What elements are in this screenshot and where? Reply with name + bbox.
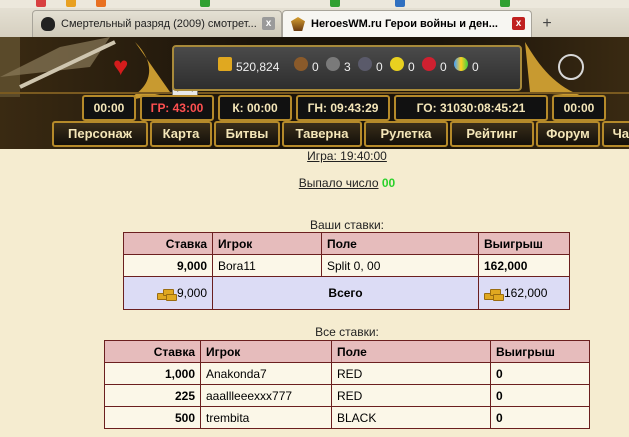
total-label: Всего [212, 276, 479, 310]
bookmark-icon[interactable] [200, 0, 210, 7]
player-cell: Bora11 [212, 254, 322, 277]
heart-icon: ♥ [113, 51, 129, 81]
column-header: Игрок [200, 340, 332, 363]
ore-amount: 3 [344, 60, 351, 74]
game-header: ♥ 520,824 0 3 0 0 0 0 00:00 ГР: 43:00 К:… [0, 37, 629, 149]
total-bet-cell: 9,000 [123, 276, 213, 310]
player-cell: trembita [200, 406, 332, 429]
bet-cell: 9,000 [123, 254, 213, 277]
gold-icon [218, 57, 232, 71]
sulfur-amount: 0 [408, 60, 415, 74]
bookmarks-bar [0, 0, 629, 8]
wood-amount: 0 [312, 60, 319, 74]
main-nav: Персонаж Карта Битвы Таверна Рулетка Рей… [52, 121, 629, 147]
bookmark-icon[interactable] [66, 0, 76, 7]
nav-rating[interactable]: Рейтинг [450, 121, 534, 147]
column-header: Поле [331, 340, 491, 363]
timer-2: 00:00 [552, 95, 606, 121]
column-header: Выигрыш [478, 232, 570, 255]
nav-map[interactable]: Карта [150, 121, 212, 147]
total-bet: 9,000 [176, 286, 207, 300]
bookmark-icon[interactable] [500, 0, 510, 7]
total-win: 162,000 [504, 286, 548, 300]
column-header: Ставка [123, 232, 213, 255]
all-bets-table: Ставка Игрок Поле Выигрыш 1,000 Anakonda… [104, 340, 590, 429]
player-cell: aaallleeexxx777 [200, 384, 332, 407]
game-time-link[interactable]: Игра: 19:40:00 [0, 149, 629, 163]
win-cell: 0 [490, 406, 590, 429]
roulette-results: Игра: 19:40:00 Выпало число 00 Ваши став… [0, 149, 629, 437]
bookmark-icon[interactable] [36, 0, 46, 7]
bet-cell: 1,000 [104, 362, 201, 385]
new-tab-button[interactable]: + [536, 14, 558, 34]
field-cell: Split 0, 00 [321, 254, 479, 277]
close-icon[interactable]: x [262, 17, 275, 30]
gems-icon [454, 57, 468, 71]
your-bets-caption: Ваши ставки: [309, 218, 385, 232]
nav-character[interactable]: Персонаж [52, 121, 148, 147]
tab-title: HeroesWM.ru Герои войны и ден... [311, 18, 498, 30]
close-icon[interactable]: x [512, 17, 525, 30]
field-cell: RED [331, 384, 491, 407]
nav-chat[interactable]: Чат [602, 121, 629, 147]
total-win-cell: 162,000 [478, 276, 570, 310]
browser-tab-strip: Смертельный разряд (2009) смотрет... x H… [0, 0, 629, 38]
bookmark-icon[interactable] [395, 0, 405, 7]
heroes-logo-icon [291, 17, 305, 31]
result-number: 00 [381, 176, 396, 190]
bookmark-icon[interactable] [330, 0, 340, 7]
timer-1: 00:00 [82, 95, 136, 121]
bet-cell: 225 [104, 384, 201, 407]
nav-tavern[interactable]: Таверна [282, 121, 362, 147]
table-row: 225 aaallleeexxx777 RED 0 [104, 384, 590, 407]
your-bets-table: Ставка Игрок Поле Выигрыш 9,000 Bora11 S… [123, 232, 570, 310]
table-row: 500 trembita BLACK 0 [104, 406, 590, 429]
column-header: Ставка [104, 340, 201, 363]
timer-k: К: 00:00 [218, 95, 292, 121]
result-line: Выпало число 00 [0, 176, 629, 190]
timer-gn: ГН: 09:43:29 [296, 95, 390, 121]
bet-cell: 500 [104, 406, 201, 429]
timers-bar: 00:00 ГР: 43:00 К: 00:00 ГН: 09:43:29 ГО… [82, 95, 629, 121]
gold-icon [156, 288, 177, 301]
field-cell: RED [331, 362, 491, 385]
table-row: 9,000 Bora11 Split 0, 00 162,000 [123, 254, 570, 277]
total-row: 9,000 Всего 162,000 [123, 276, 570, 310]
crystals-amount: 0 [440, 60, 447, 74]
nav-battles[interactable]: Битвы [214, 121, 280, 147]
sulfur-icon [390, 57, 404, 71]
resources-panel: 520,824 0 3 0 0 0 0 [172, 45, 522, 91]
tab-movie[interactable]: Смертельный разряд (2009) смотрет... x [32, 10, 282, 37]
column-header: Выигрыш [490, 340, 590, 363]
gold-amount: 520,824 [236, 60, 280, 74]
timer-go: ГО: 31030:08:45:21 [394, 95, 548, 121]
column-header: Поле [321, 232, 479, 255]
gold-icon [484, 288, 504, 301]
nav-roulette[interactable]: Рулетка [364, 121, 448, 147]
table-row: 1,000 Anakonda7 RED 0 [104, 362, 590, 385]
crystals-icon [422, 57, 436, 71]
cat-icon [41, 17, 55, 31]
tab-title: Смертельный разряд (2009) смотрет... [61, 18, 257, 30]
win-cell: 0 [490, 362, 590, 385]
all-bets-caption: Все ставки: [315, 325, 379, 339]
mercury-icon [358, 57, 372, 71]
win-cell: 162,000 [478, 254, 570, 277]
result-label: Выпало число [298, 176, 379, 190]
ore-icon [326, 57, 340, 71]
player-cell: Anakonda7 [200, 362, 332, 385]
column-header: Игрок [212, 232, 322, 255]
gems-amount: 0 [472, 60, 479, 74]
tab-heroeswm[interactable]: HeroesWM.ru Герои войны и ден... x [282, 10, 532, 38]
mercury-amount: 0 [376, 60, 383, 74]
wood-icon [294, 57, 308, 71]
bookmark-icon[interactable] [96, 0, 106, 7]
win-cell: 0 [490, 384, 590, 407]
field-cell: BLACK [331, 406, 491, 429]
nav-forum[interactable]: Форум [536, 121, 600, 147]
timer-hp: ГР: 43:00 [140, 95, 214, 121]
